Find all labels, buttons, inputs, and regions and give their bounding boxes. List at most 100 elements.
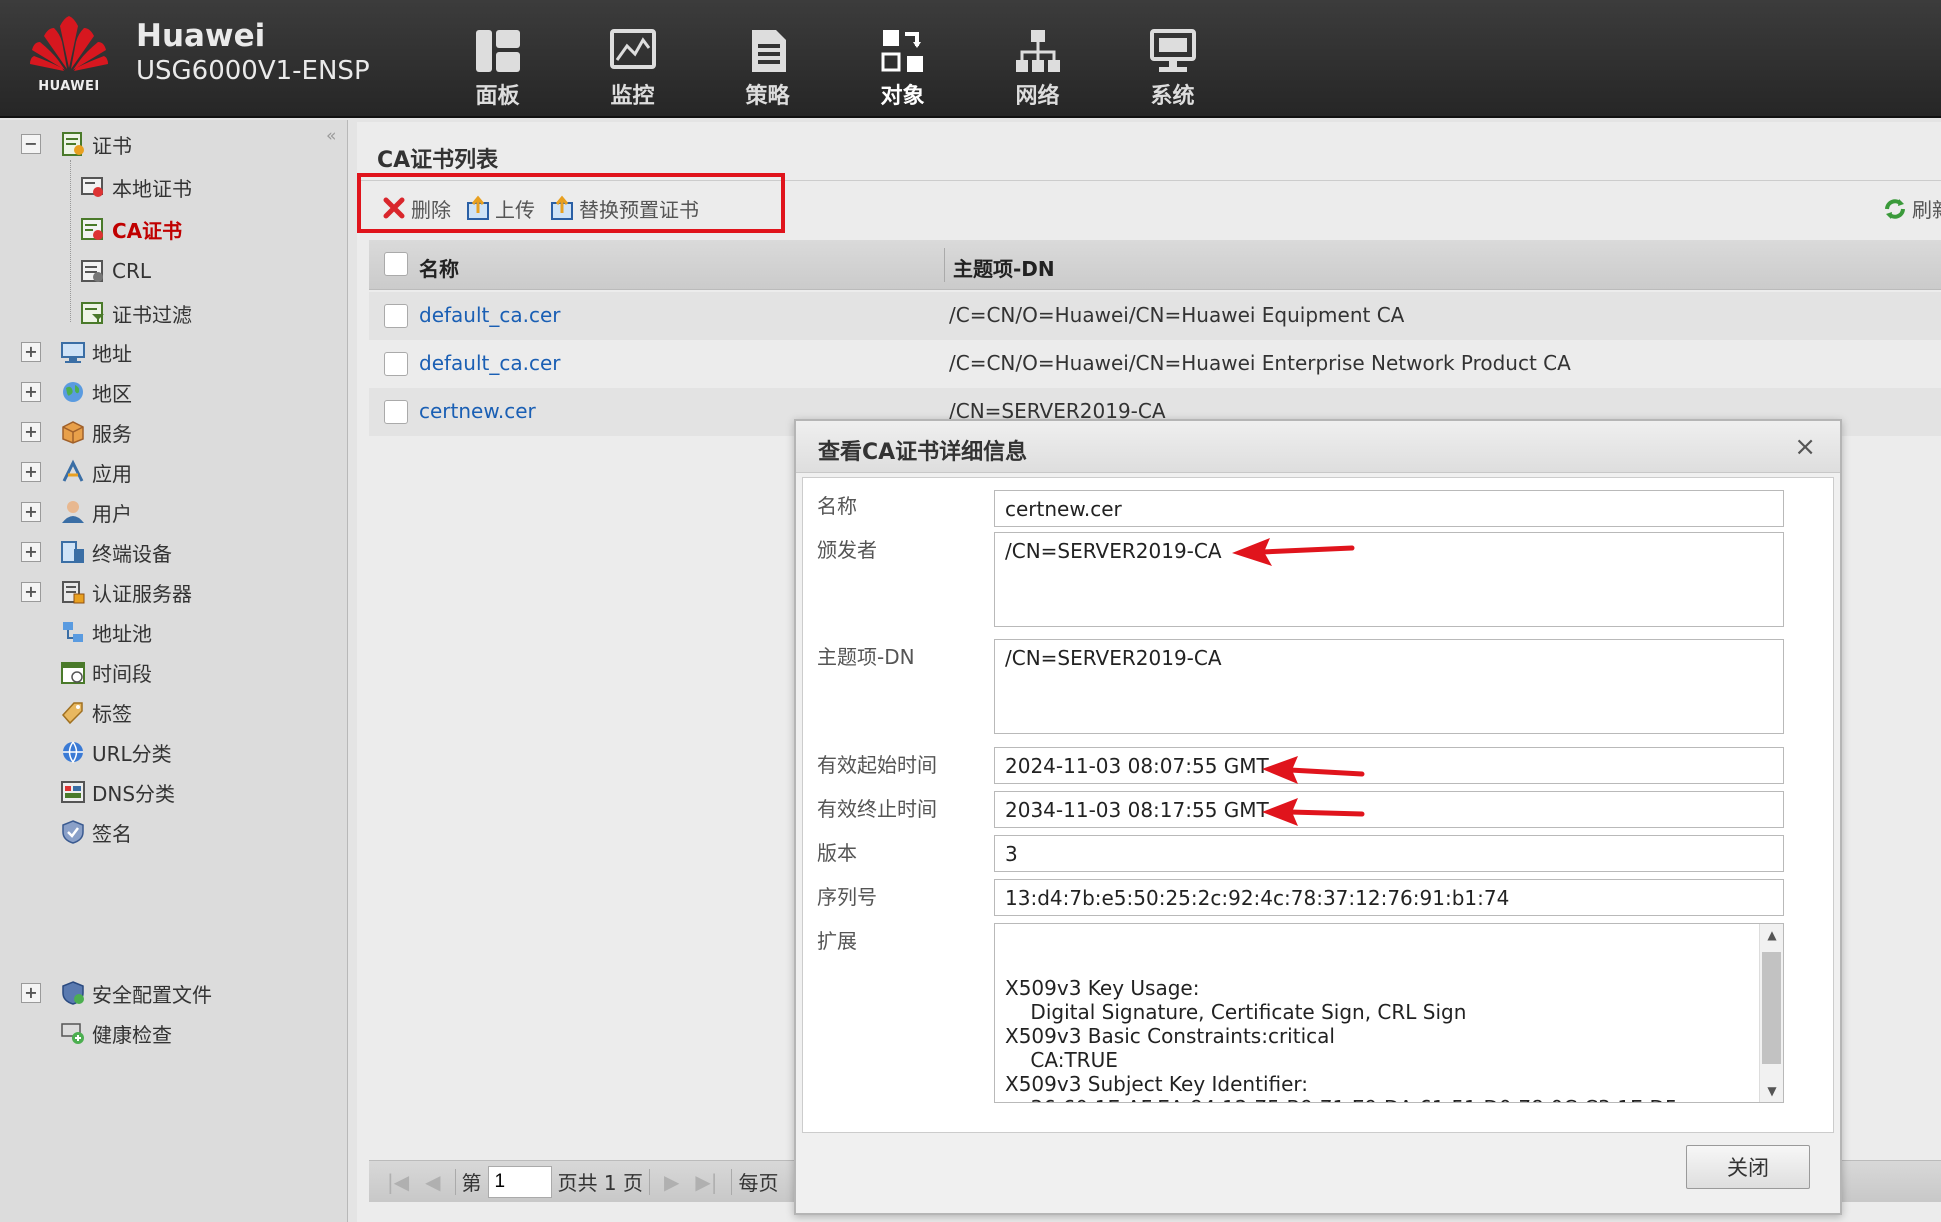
column-header-name[interactable]: 名称: [419, 253, 459, 282]
tree-item-crl[interactable]: CRL: [80, 255, 151, 287]
certificate-name-link[interactable]: certnew.cer: [419, 399, 536, 423]
toolbar-annotation-box: [357, 173, 785, 233]
serial-number-label: 序列号: [817, 885, 877, 909]
huawei-logo-icon: HUAWEI: [30, 16, 108, 92]
tree-item-dns-category-label: DNS分类: [92, 781, 176, 806]
name-label: 名称: [817, 494, 857, 518]
nav-monitor[interactable]: 监控: [565, 0, 700, 116]
nav-network[interactable]: 网络: [970, 0, 1105, 116]
tree-item-time-range[interactable]: 时间段: [60, 656, 152, 688]
tree-item-ca-certificate-label: CA证书: [112, 218, 183, 243]
tree-item-tag-label: 标签: [92, 701, 132, 726]
table-row[interactable]: default_ca.cer /C=CN/O=Huawei/CN=Huawei …: [369, 340, 1941, 388]
scroll-thumb[interactable]: [1762, 952, 1781, 1064]
signature-icon: [62, 820, 84, 844]
tree-item-security-profile-label: 安全配置文件: [92, 982, 212, 1007]
tree-item-address-pool-label: 地址池: [92, 621, 152, 646]
tree-item-auth-server[interactable]: 认证服务器: [60, 576, 192, 608]
tree-item-local-certificate[interactable]: 本地证书: [80, 171, 192, 203]
nav-policy-label: 策略: [745, 84, 790, 109]
tree-item-application[interactable]: 应用: [60, 456, 132, 488]
dialog-close-icon[interactable]: ×: [1794, 432, 1816, 462]
tree-item-time-range-label: 时间段: [92, 661, 152, 686]
last-page-icon[interactable]: ▶|: [695, 1170, 717, 1194]
expander-service[interactable]: +: [21, 422, 41, 442]
tree-item-signature[interactable]: 签名: [60, 816, 132, 848]
tree-item-url-category[interactable]: URL分类: [60, 736, 172, 768]
tree-item-health-check[interactable]: 健康检查: [60, 1017, 172, 1049]
tree-item-address-label: 地址: [92, 341, 132, 366]
issuer-field[interactable]: /CN=SERVER2019-CA: [994, 532, 1784, 627]
valid-to-field[interactable]: 2034-11-03 08:17:55 GMT: [994, 791, 1784, 828]
certificate-icon: [62, 132, 84, 156]
certificate-filter-icon: [81, 302, 104, 324]
tree-item-local-certificate-label: 本地证书: [112, 176, 192, 201]
top-header: HUAWEI Huawei USG6000V1-ENSP 面板 监控 策略 对象…: [0, 0, 1941, 118]
tree-item-user-label: 用户: [92, 501, 132, 526]
table-row[interactable]: default_ca.cer /C=CN/O=Huawei/CN=Huawei …: [369, 292, 1941, 340]
tree-item-address-pool[interactable]: 地址池: [60, 616, 152, 648]
tree-item-security-profile[interactable]: 安全配置文件: [60, 977, 212, 1009]
valid-to-arrow-annotation: [1262, 798, 1365, 826]
nav-policy[interactable]: 策略: [700, 0, 835, 116]
pager-divider: [454, 1168, 456, 1195]
tree-item-region[interactable]: 地区: [60, 376, 132, 408]
valid-from-field[interactable]: 2024-11-03 08:07:55 GMT: [994, 747, 1784, 784]
dialog-header: 查看CA证书详细信息 ×: [796, 421, 1840, 473]
select-all-checkbox[interactable]: [384, 252, 408, 276]
certificate-name-link[interactable]: default_ca.cer: [419, 303, 561, 327]
tree-item-crl-label: CRL: [112, 259, 152, 283]
tree-item-dns-category[interactable]: DNS分类: [60, 776, 175, 808]
row-checkbox[interactable]: [384, 304, 408, 328]
expander-auth-server[interactable]: +: [21, 582, 41, 602]
subject-dn-field[interactable]: /CN=SERVER2019-CA: [994, 639, 1784, 734]
scroll-up-icon[interactable]: ▲: [1760, 928, 1783, 942]
tree-item-certificate[interactable]: 证书: [60, 128, 132, 160]
expander-terminal-device[interactable]: +: [21, 542, 41, 562]
previous-page-icon[interactable]: ◀: [425, 1170, 440, 1194]
next-page-icon[interactable]: ▶: [664, 1170, 679, 1194]
nav-dashboard[interactable]: 面板: [430, 0, 565, 116]
address-pool-icon: [63, 622, 83, 642]
network-icon: [1015, 30, 1060, 72]
extension-text: X509v3 Key Usage: Digital Signature, Cer…: [1005, 976, 1678, 1102]
tree-item-health-check-label: 健康检查: [92, 1022, 172, 1047]
column-header-subject-dn[interactable]: 主题项-DN: [953, 253, 1055, 282]
expander-application[interactable]: +: [21, 462, 41, 482]
name-field[interactable]: certnew.cer: [994, 490, 1784, 527]
tree-item-terminal-device[interactable]: 终端设备: [60, 536, 172, 568]
refresh-button[interactable]: 刷新: [1882, 194, 1941, 223]
per-page-label: 每页: [738, 1171, 779, 1195]
nav-object-label: 对象: [880, 84, 925, 109]
row-checkbox[interactable]: [384, 400, 408, 424]
extension-scrollbar[interactable]: ▲ ▼: [1759, 924, 1783, 1102]
collapse-sidebar-button[interactable]: «: [326, 126, 336, 146]
tree-item-service[interactable]: 服务: [60, 416, 132, 448]
tree-item-certificate-filter[interactable]: 证书过滤: [80, 297, 192, 329]
expander-security-profile[interactable]: +: [21, 983, 41, 1003]
tree-item-user[interactable]: 用户: [60, 496, 132, 528]
scroll-down-icon[interactable]: ▼: [1760, 1084, 1783, 1098]
row-checkbox[interactable]: [384, 352, 408, 376]
page-total: 页共 1 页: [557, 1171, 643, 1195]
expander-certificate[interactable]: −: [21, 134, 41, 154]
version-field[interactable]: 3: [994, 835, 1784, 872]
tree-item-tag[interactable]: 标签: [60, 696, 132, 728]
extension-label: 扩展: [817, 929, 857, 953]
expander-user[interactable]: +: [21, 502, 41, 522]
certificate-name-link[interactable]: default_ca.cer: [419, 351, 561, 375]
nav-network-label: 网络: [1015, 84, 1060, 109]
serial-number-field[interactable]: 13:d4:7b:e5:50:25:2c:92:4c:78:37:12:76:9…: [994, 879, 1784, 916]
expander-address[interactable]: +: [21, 342, 41, 362]
expander-region[interactable]: +: [21, 382, 41, 402]
first-page-icon[interactable]: |◀: [387, 1170, 409, 1194]
tree-item-address[interactable]: 地址: [60, 336, 132, 368]
issuer-label: 颁发者: [817, 538, 877, 562]
nav-dashboard-label: 面板: [475, 84, 520, 109]
page-number-input[interactable]: [487, 1165, 552, 1198]
close-button[interactable]: 关闭: [1686, 1145, 1810, 1189]
tree-item-ca-certificate[interactable]: CA证书: [80, 213, 182, 245]
nav-object[interactable]: 对象: [835, 0, 970, 116]
extension-textarea[interactable]: X509v3 Key Usage: Digital Signature, Cer…: [994, 923, 1784, 1103]
nav-system[interactable]: 系统: [1105, 0, 1240, 116]
